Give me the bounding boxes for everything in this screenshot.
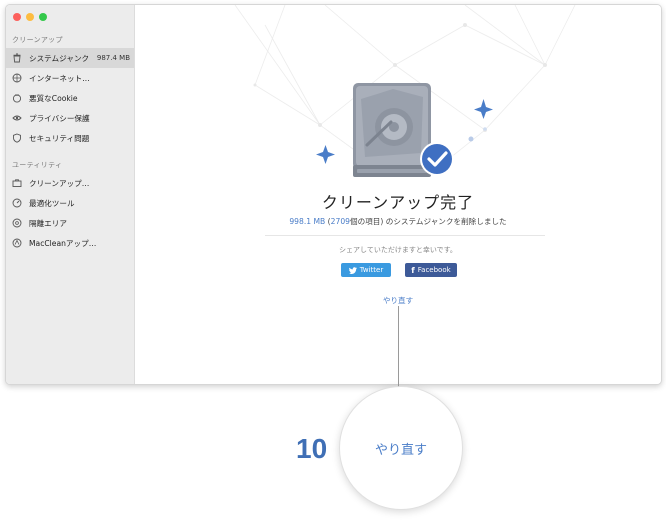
sidebar-item-label: MacCleanアップ… — [29, 238, 97, 248]
step-number: 10 — [296, 433, 328, 464]
magnified-redo-label: やり直す — [374, 442, 427, 458]
sidebar-item-label: 隔離エリア — [29, 218, 67, 228]
sparkle-icon — [474, 99, 493, 119]
cleaned-item-count: 2709 — [330, 217, 350, 226]
eye-icon — [12, 113, 22, 123]
sidebar-item-cookie[interactable]: 悪質なCookie — [6, 88, 134, 108]
sparkle-dot — [483, 127, 487, 131]
sidebar-item-quarantine[interactable]: 隔離エリア — [6, 213, 134, 233]
callout-magnifier: やり直す — [339, 386, 463, 510]
sidebar-item-label: セキュリティ問題 — [29, 133, 90, 143]
redo-link[interactable]: やり直す — [135, 295, 661, 306]
quarantine-icon — [12, 218, 22, 228]
twitter-label: Twitter — [359, 266, 384, 274]
junk-size-value: 987.4 MB — [96, 54, 130, 62]
facebook-f-icon: f — [411, 265, 415, 275]
sparkle-icon — [316, 145, 335, 164]
twitter-share-button[interactable]: Twitter — [341, 263, 391, 277]
briefcase-icon — [12, 178, 22, 188]
globe-icon — [12, 73, 22, 83]
sidebar-item-label: プライバシー保護 — [29, 113, 90, 123]
divider — [265, 235, 545, 236]
sparkle-dot — [468, 136, 474, 142]
section-title-utility: ユーティリティ — [12, 161, 63, 169]
sidebar-item-label: システムジャンク — [29, 53, 90, 63]
hard-drive-illustration — [316, 83, 493, 177]
window-controls — [13, 13, 47, 21]
check-icon — [422, 144, 452, 174]
sidebar-item-security[interactable]: セキュリティ問題 — [6, 128, 134, 148]
sidebar-item-internet[interactable]: インターネット… — [6, 68, 134, 88]
summary-text: 個の項目) のシステムジャンクを削除しました — [349, 217, 507, 226]
sidebar-item-privacy[interactable]: プライバシー保護 — [6, 108, 134, 128]
sidebar-item-label: インターネット… — [29, 73, 90, 83]
twitter-bird-icon — [348, 266, 357, 274]
sidebar-item-system-junk[interactable]: システムジャンク 987.4 MB — [6, 48, 134, 68]
sidebar-item-label: クリーンアップ… — [29, 178, 90, 188]
facebook-share-button[interactable]: f Facebook — [405, 263, 457, 277]
sidebar-item-app-uninstall[interactable]: MacCleanアップ… — [6, 233, 134, 253]
gauge-icon — [12, 198, 22, 208]
section-title-cleanup: クリーンアップ — [12, 36, 63, 44]
sidebar-item-optimizer[interactable]: 最適化ツール — [6, 193, 134, 213]
share-prompt: シェアしていただけますと幸いです。 — [339, 246, 457, 254]
shield-icon — [12, 133, 22, 143]
zoom-window-button[interactable] — [39, 13, 47, 21]
cleanup-summary: 998.1 MB (2709個の項目) のシステムジャンクを削除しました — [135, 216, 661, 227]
app-icon — [12, 238, 22, 248]
sidebar-item-cleanup-tool[interactable]: クリーンアップ… — [6, 173, 134, 193]
cookie-icon — [12, 93, 22, 103]
callout-line — [398, 306, 399, 388]
close-window-button[interactable] — [13, 13, 21, 21]
minimize-window-button[interactable] — [26, 13, 34, 21]
sidebar-item-label: 最適化ツール — [29, 198, 75, 208]
sidebar-item-label: 悪質なCookie — [29, 93, 78, 103]
sidebar: クリーンアップ システムジャンク 987.4 MB インターネット… 悪質なCo… — [6, 5, 135, 384]
app-window: クリーンアップ システムジャンク 987.4 MB インターネット… 悪質なCo… — [5, 4, 662, 385]
cleaned-size-value: 998.1 MB — [289, 217, 326, 226]
facebook-label: Facebook — [417, 266, 451, 274]
page-title: クリーンアップ完了 — [321, 193, 475, 212]
trash-icon — [12, 53, 22, 63]
